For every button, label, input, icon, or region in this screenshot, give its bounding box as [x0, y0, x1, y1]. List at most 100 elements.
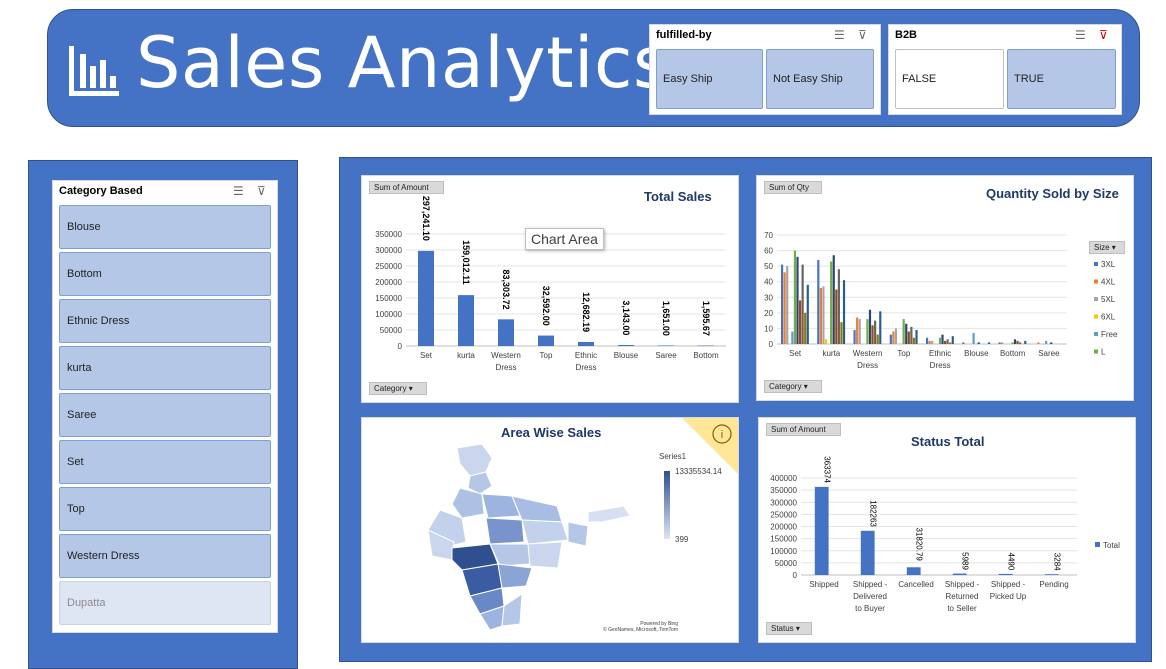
slicer-item-false[interactable]: FALSE [895, 49, 1004, 109]
slicer-item-ethnic-dress[interactable]: Ethnic Dress [59, 299, 271, 343]
y-tick-label: 100000 [770, 547, 797, 556]
y-tick-label: 50000 [775, 559, 798, 568]
bar [806, 284, 809, 344]
map-legend-gradient [664, 471, 670, 539]
bar [853, 329, 856, 344]
y-tick-label: 350000 [375, 230, 402, 239]
x-tick-label: Dress [930, 361, 951, 370]
axis-field-label: Category [374, 384, 407, 393]
x-tick-label: Shipped - [991, 580, 1026, 589]
legend-swatch [1094, 262, 1098, 266]
bar [925, 337, 929, 344]
bar [941, 334, 944, 344]
y-tick-label: 300000 [770, 498, 797, 507]
quantity-by-size-chart[interactable]: Sum of Qty Quantity Sold by Size 0 10 20 30… [756, 175, 1134, 401]
x-tick-label: Bottom [1000, 349, 1026, 358]
legend-label: 6XL [1101, 313, 1116, 322]
x-tick-label: Ethnic [929, 349, 951, 358]
total-sales-chart[interactable]: Sum of Amount Total Sales 0 50000 100000 15… [361, 175, 739, 403]
slicer-item-dupatta[interactable]: Dupatta [59, 581, 271, 625]
x-tick-label: kurta [822, 349, 840, 358]
bar [952, 573, 967, 575]
bar [832, 255, 835, 344]
x-tick-label: Top [540, 351, 553, 360]
bar [889, 334, 892, 344]
bar [804, 312, 807, 344]
clear-filter-icon[interactable]: ⊽ [1099, 28, 1108, 42]
legend-field-dropdown[interactable]: Size ▾ [1089, 241, 1125, 254]
y-tick-label: 10 [764, 324, 773, 333]
bar [498, 319, 514, 346]
slicer-item-western-dress[interactable]: Western Dress [59, 534, 271, 578]
axis-field-dropdown[interactable]: Category ▾ [764, 380, 822, 393]
y-tick-label: 250000 [770, 510, 797, 519]
chevron-down-icon: ▾ [408, 384, 413, 393]
y-tick-label: 150000 [375, 294, 402, 303]
bar [458, 295, 474, 346]
clear-filter-icon[interactable]: ⊽ [257, 184, 266, 198]
y-tick-label: 70 [764, 231, 773, 240]
x-tick-label: Blouse [614, 351, 639, 360]
data-label: 31820.79 [915, 527, 924, 561]
bar [871, 325, 874, 344]
bar [786, 266, 789, 344]
x-tick-label: Picked Up [990, 592, 1027, 601]
y-tick-label: 300000 [375, 246, 402, 255]
bar [801, 264, 804, 344]
multi-select-icon[interactable]: ☰ [233, 184, 244, 198]
multi-select-icon[interactable]: ☰ [834, 28, 845, 42]
chevron-down-icon: ▾ [795, 624, 800, 633]
bar [906, 567, 921, 575]
y-tick-label: 200000 [375, 278, 402, 287]
slicer-category: Category Based ☰ ⊽ Blouse Bottom Ethnic Dr… [52, 180, 278, 633]
data-label: 1,595.67 [701, 301, 711, 336]
chevron-down-icon: ▾ [1111, 243, 1116, 252]
legend-label: Total [1103, 541, 1120, 550]
data-label: 182263 [869, 500, 878, 527]
x-tick-label: Shipped - [945, 580, 980, 589]
slicer-item-top[interactable]: Top [59, 487, 271, 531]
slicer-item-set[interactable]: Set [59, 440, 271, 484]
bar [866, 319, 869, 344]
chevron-down-icon: ▾ [803, 382, 808, 391]
slicer-item-not-easy-ship[interactable]: Not Easy Ship [766, 49, 874, 109]
x-tick-label: to Seller [947, 604, 977, 613]
bar [943, 340, 947, 344]
multi-select-icon[interactable]: ☰ [1075, 28, 1086, 42]
slicer-fulfilled-by: fulfilled-by ☰ ⊽ Easy Ship Not Easy Ship [649, 24, 881, 115]
slicer-item-true[interactable]: TRUE [1007, 49, 1116, 109]
bar [418, 250, 434, 346]
x-tick-label: Delivered [853, 592, 887, 601]
bar [856, 317, 859, 344]
clear-filter-icon[interactable]: ⊽ [858, 28, 867, 42]
axis-field-label: Status [771, 624, 794, 633]
bar [907, 331, 910, 344]
area-wise-sales-map[interactable]: Area Wise Sales i Series1 13335534.14 39… [361, 417, 739, 643]
data-label: 1,651.00 [661, 301, 671, 336]
bar [977, 342, 980, 344]
map-legend-max: 13335534.14 [675, 467, 722, 476]
axis-field-dropdown[interactable]: Category ▾ [369, 382, 427, 395]
slicer-item-saree[interactable]: Saree [59, 393, 271, 437]
slicer-item-blouse[interactable]: Blouse [59, 205, 271, 249]
data-label: 3284 [1053, 553, 1062, 571]
legend-swatch [1094, 279, 1098, 284]
legend-swatch [1094, 297, 1098, 301]
bar [698, 345, 714, 346]
status-total-chart[interactable]: Sum of Amount Status Total 0 50000 100000 1… [758, 417, 1136, 643]
legend-swatch [1095, 542, 1100, 547]
slicer-item-kurta[interactable]: kurta [59, 346, 271, 390]
slicer-item-easy-ship[interactable]: Easy Ship [656, 49, 763, 109]
x-tick-label: Blouse [964, 349, 989, 358]
axis-field-dropdown[interactable]: Status ▾ [766, 622, 812, 635]
data-label: 4490 [1007, 553, 1016, 571]
bar [928, 340, 931, 344]
bar [876, 334, 879, 344]
x-tick-label: Dress [857, 361, 878, 370]
bar [793, 250, 797, 344]
slicer-item-bottom[interactable]: Bottom [59, 252, 271, 296]
bar [998, 573, 1013, 575]
map-region [456, 443, 493, 477]
bar [817, 259, 820, 344]
data-label: 5989 [961, 552, 970, 570]
